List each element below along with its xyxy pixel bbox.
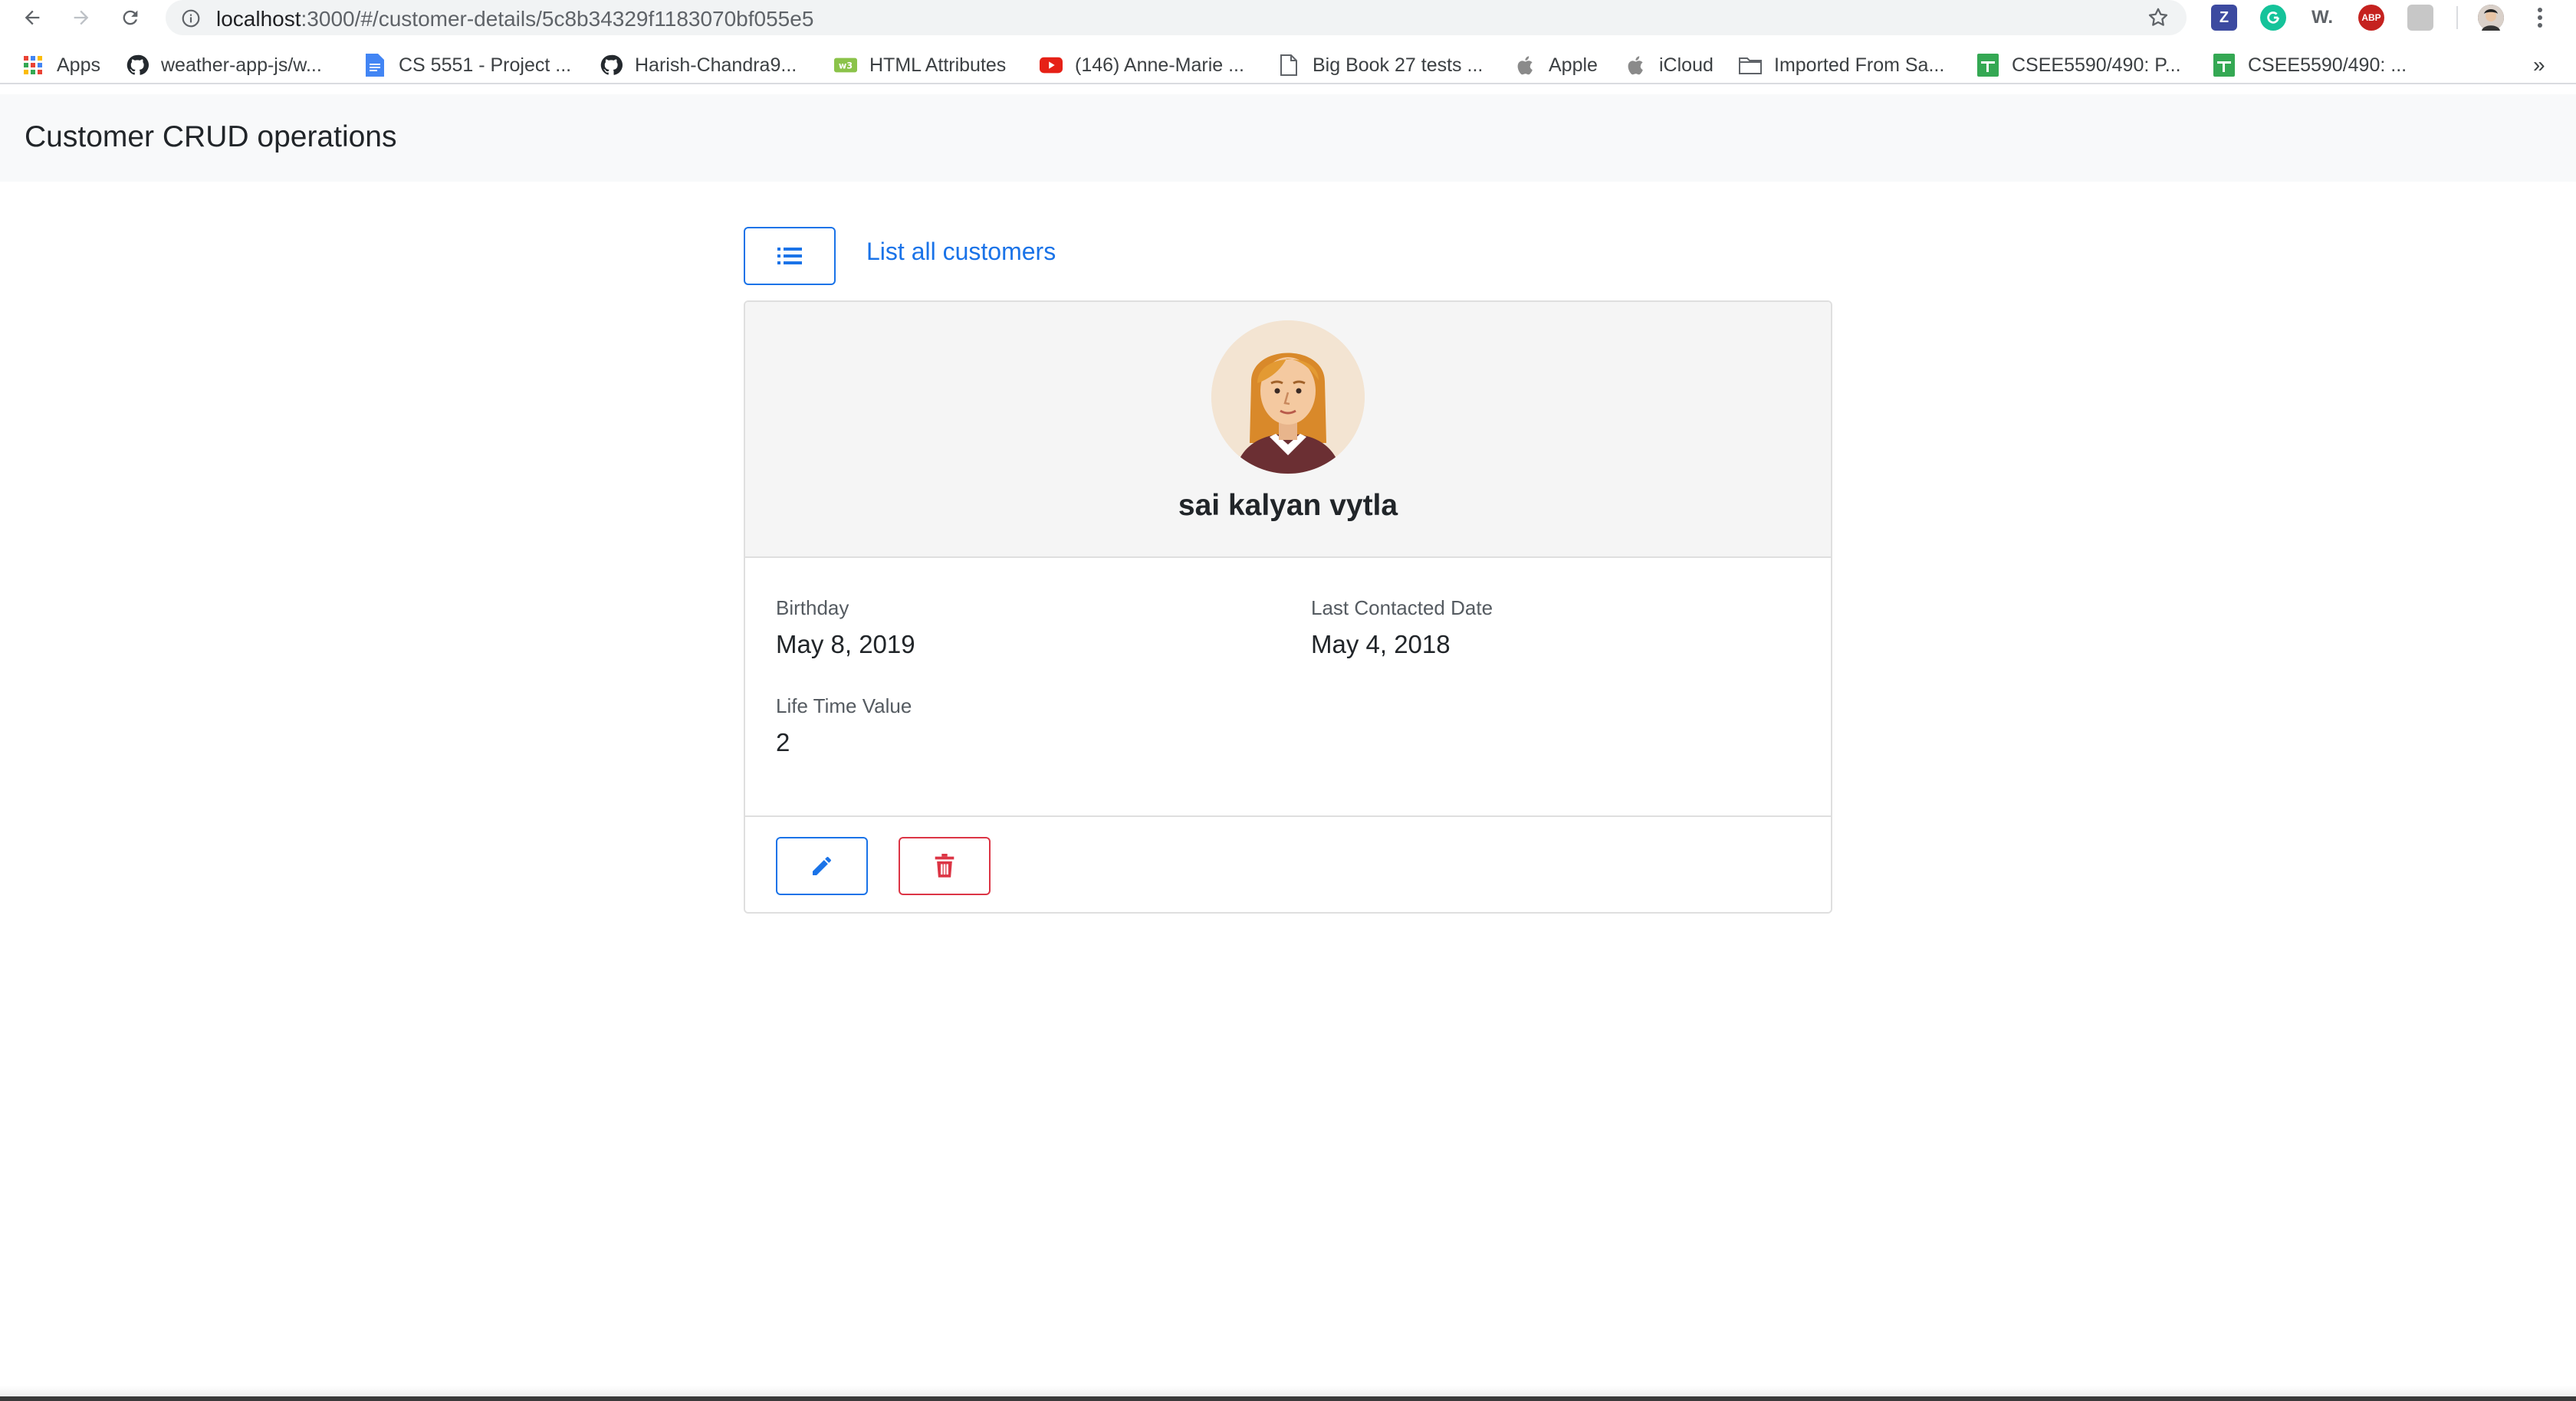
- bookmark-label: CS 5551 - Project ...: [399, 54, 572, 76]
- birthday-label: Birthday: [776, 596, 849, 619]
- list-customers-button[interactable]: [744, 227, 836, 285]
- github-icon: [600, 54, 623, 77]
- bookmark-apps[interactable]: Apps: [21, 52, 100, 78]
- bookmarks-overflow-button[interactable]: »: [2533, 52, 2545, 78]
- female-avatar-icon: [1211, 320, 1365, 474]
- grammarly-g-icon: [2267, 11, 2279, 24]
- customer-card-footer: [745, 815, 1831, 912]
- reload-button[interactable]: [115, 2, 146, 33]
- bookmark-star-icon[interactable]: [2147, 6, 2170, 29]
- bookmark-label: Apple: [1549, 54, 1598, 76]
- url-path: :3000/#/customer-details/5c8b34329f11830…: [301, 7, 814, 31]
- bookmark-youtube[interactable]: (146) Anne-Marie ...: [1040, 52, 1244, 78]
- bookmark-icloud[interactable]: iCloud: [1624, 52, 1714, 78]
- profile-avatar-icon[interactable]: [2478, 5, 2504, 31]
- bookmark-imported[interactable]: Imported From Sa...: [1739, 52, 1944, 78]
- edit-customer-button[interactable]: [776, 837, 868, 895]
- word-label: W.: [2312, 7, 2333, 28]
- forward-button[interactable]: [66, 2, 97, 33]
- list-icon: [777, 248, 802, 264]
- last-contacted-value: May 4, 2018: [1311, 630, 1451, 658]
- google-sheets-icon: [2213, 54, 2236, 77]
- back-button[interactable]: [17, 2, 48, 33]
- birthday-value: May 8, 2019: [776, 630, 915, 658]
- document-icon: [1277, 54, 1300, 77]
- zotero-extension-icon[interactable]: Z: [2211, 5, 2237, 31]
- bookmark-label: Imported From Sa...: [1774, 54, 1945, 76]
- bookmark-label: Harish-Chandra9...: [635, 54, 797, 76]
- navbar-brand[interactable]: Customer CRUD operations: [25, 120, 397, 154]
- kebab-menu-icon: [2538, 8, 2542, 28]
- toolbar-divider: [2456, 6, 2458, 29]
- youtube-icon: [1040, 54, 1063, 77]
- bookmark-csee-2[interactable]: CSEE5590/490: ...: [2213, 52, 2407, 78]
- zotero-label: Z: [2219, 8, 2229, 26]
- w3-icon: w3: [834, 54, 857, 77]
- bookmark-harish[interactable]: Harish-Chandra9...: [600, 52, 797, 78]
- svg-text:w3: w3: [839, 61, 853, 71]
- ltv-value: 2: [776, 728, 790, 756]
- bookmark-label: (146) Anne-Marie ...: [1075, 54, 1244, 76]
- adblock-label: ABP: [2361, 12, 2381, 23]
- bookmark-apple[interactable]: Apple: [1513, 52, 1598, 78]
- delete-customer-button[interactable]: [899, 837, 991, 895]
- forward-arrow-icon: [74, 10, 89, 25]
- grammarly-extension-icon[interactable]: [2260, 5, 2286, 31]
- bookmark-label: Big Book 27 tests ...: [1313, 54, 1484, 76]
- pencil-icon: [813, 857, 831, 875]
- customer-card: sai kalyan vytla Birthday May 8, 2019 La…: [744, 300, 1832, 914]
- google-sheets-icon: [1976, 54, 1999, 77]
- window-bottom-border: [0, 1396, 2576, 1401]
- browser-toolbar: localhost:3000/#/customer-details/5c8b34…: [0, 0, 2576, 36]
- bookmark-big-book[interactable]: Big Book 27 tests ...: [1277, 52, 1483, 78]
- customer-name: sai kalyan vytla: [1178, 489, 1398, 522]
- bookmarks-bar: Apps weather-app-js/w... CS 5551 - Proje…: [0, 46, 2576, 84]
- bookmark-csee-1[interactable]: CSEE5590/490: P...: [1976, 52, 2181, 78]
- browser-menu-icon[interactable]: [2527, 5, 2553, 31]
- customer-card-header: sai kalyan vytla: [745, 302, 1831, 558]
- bookmark-label: iCloud: [1659, 54, 1714, 76]
- bookmark-html-attributes[interactable]: w3 HTML Attributes: [834, 52, 1006, 78]
- bookmark-label: HTML Attributes: [869, 54, 1007, 76]
- translate-extension-icon[interactable]: [2407, 5, 2433, 31]
- trash-icon: [935, 854, 955, 878]
- back-arrow-icon: [25, 10, 40, 25]
- overflow-chevron-icon: »: [2533, 53, 2545, 77]
- github-icon: [126, 54, 149, 77]
- bookmark-weather-app[interactable]: weather-app-js/w...: [126, 52, 322, 78]
- app-navbar: Customer CRUD operations: [0, 94, 2576, 182]
- bookmark-label: CSEE5590/490: ...: [2248, 54, 2407, 76]
- google-docs-icon: [363, 54, 386, 77]
- folder-icon: [1739, 54, 1762, 77]
- info-icon: [182, 9, 200, 28]
- apps-grid-icon: [21, 54, 44, 77]
- url-text: localhost:3000/#/customer-details/5c8b34…: [216, 7, 813, 31]
- word-extension-icon[interactable]: W.: [2309, 5, 2335, 31]
- list-all-customers-link[interactable]: List all customers: [866, 238, 1056, 266]
- adblock-extension-icon[interactable]: ABP: [2358, 5, 2384, 31]
- bookmark-label: weather-app-js/w...: [161, 54, 322, 76]
- apple-icon: [1513, 54, 1536, 77]
- reload-icon: [123, 10, 138, 25]
- customer-avatar: [1211, 320, 1365, 474]
- ltv-label: Life Time Value: [776, 694, 912, 717]
- bookmark-label: CSEE5590/490: P...: [2012, 54, 2181, 76]
- address-bar[interactable]: localhost:3000/#/customer-details/5c8b34…: [166, 0, 2187, 35]
- profile-face-icon: [2478, 5, 2504, 31]
- last-contacted-label: Last Contacted Date: [1311, 596, 1493, 619]
- bookmark-cs5551[interactable]: CS 5551 - Project ...: [363, 52, 571, 78]
- apple-icon: [1624, 54, 1647, 77]
- url-host: localhost: [216, 7, 301, 31]
- bookmark-label: Apps: [57, 54, 100, 76]
